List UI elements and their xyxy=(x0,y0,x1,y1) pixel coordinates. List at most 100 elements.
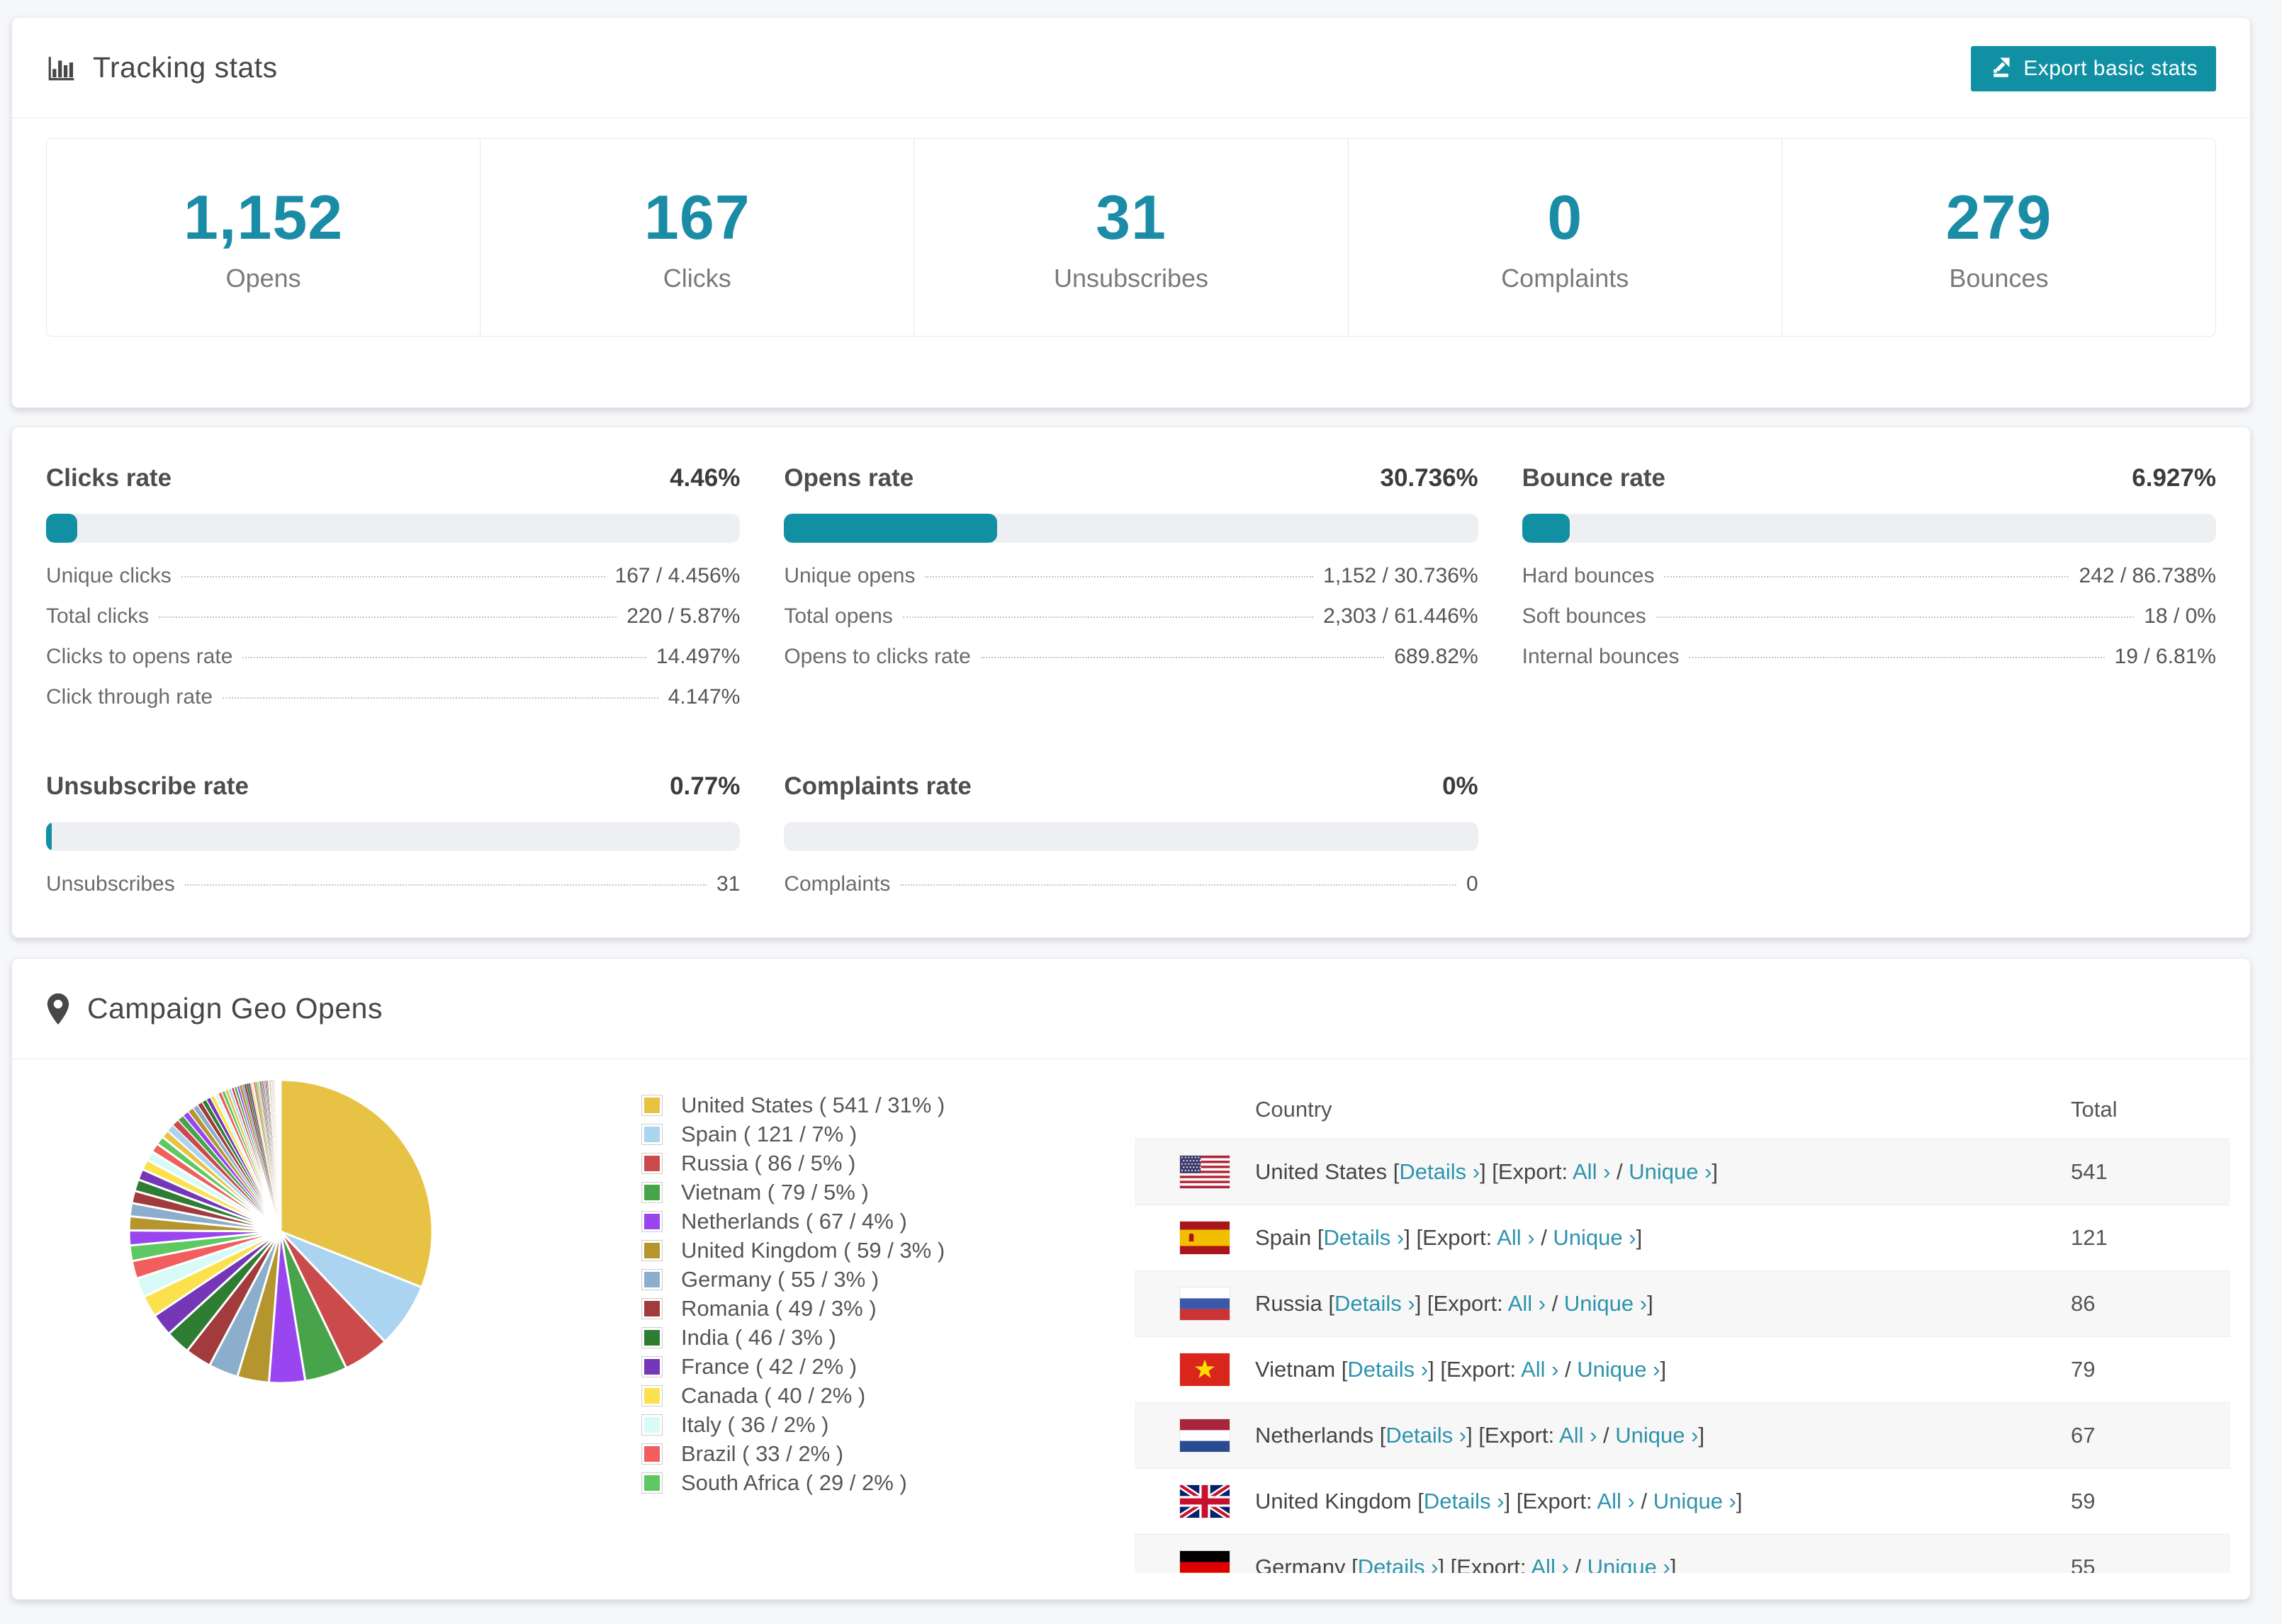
rate-value: 4.46% xyxy=(670,464,741,492)
rate-detail-value: 14.497% xyxy=(656,645,741,668)
export-all-link[interactable]: All › xyxy=(1531,1555,1568,1573)
legend-swatch-icon xyxy=(641,1094,663,1116)
rate-detail-label: Soft bounces xyxy=(1522,604,1646,628)
rate-progress-bar xyxy=(784,822,1478,851)
rate-head: Opens rate 30.736% xyxy=(784,464,1478,492)
rate-detail-label: Hard bounces xyxy=(1522,564,1655,587)
export-all-link[interactable]: All › xyxy=(1508,1291,1546,1316)
flag-us-icon xyxy=(1179,1155,1230,1189)
details-link[interactable]: Details › xyxy=(1324,1225,1405,1250)
legend-swatch-icon xyxy=(641,1326,663,1348)
legend-item-spain: Spain ( 121 / 7% ) xyxy=(641,1120,945,1149)
geo-section-title: Campaign Geo Opens xyxy=(87,992,383,1025)
rate-progress-bar xyxy=(784,514,1478,543)
export-unique-link[interactable]: Unique › xyxy=(1587,1555,1670,1573)
rate-detail-value: 2,303 / 61.446% xyxy=(1323,604,1478,628)
rate-progress-fill xyxy=(46,822,52,851)
legend-item-italy: Italy ( 36 / 2% ) xyxy=(641,1410,945,1439)
rate-block-opens-rate: Opens rate 30.736% Unique opens 1,152 / 30.… xyxy=(784,464,1478,726)
export-all-link[interactable]: All › xyxy=(1497,1225,1534,1250)
campaign-geo-opens-card: Campaign Geo Opens United States ( 541 /… xyxy=(11,958,2251,1600)
tracking-stats-page: { "tracking_card": { "title": "Tracking … xyxy=(0,0,2282,1624)
export-unique-link[interactable]: Unique › xyxy=(1629,1159,1712,1184)
rate-progress-bar xyxy=(46,514,741,543)
rate-detail-label: Clicks to opens rate xyxy=(46,645,233,668)
legend-item-india: India ( 46 / 3% ) xyxy=(641,1323,945,1352)
rate-value: 30.736% xyxy=(1380,464,1478,492)
export-all-link[interactable]: All › xyxy=(1521,1357,1558,1382)
export-unique-link[interactable]: Unique › xyxy=(1564,1291,1647,1316)
legend-item-russia: Russia ( 86 / 5% ) xyxy=(641,1149,945,1178)
dotted-leader xyxy=(1656,616,2135,618)
geo-table-body: United States [Details ›] [Export: All ›… xyxy=(1135,1139,2230,1573)
dotted-leader xyxy=(1689,657,2105,658)
export-button-label: Export basic stats xyxy=(2023,57,2198,80)
details-link[interactable]: Details › xyxy=(1347,1357,1428,1382)
legend-label: Spain ( 121 / 7% ) xyxy=(681,1121,858,1146)
rate-block-bounce-rate: Bounce rate 6.927% Hard bounces 242 / 86.73… xyxy=(1522,464,2216,726)
geo-country-table: Country Total United States [Details ›] … xyxy=(1135,1081,2230,1573)
stat-value: 279 xyxy=(1945,182,2052,252)
export-unique-link[interactable]: Unique › xyxy=(1577,1357,1660,1382)
stat-label: Clicks xyxy=(663,264,731,293)
country-total: 59 xyxy=(2071,1489,2096,1513)
geo-table-row-ru: Russia [Details ›] [Export: All › / Uniq… xyxy=(1135,1270,2230,1336)
stat-value: 167 xyxy=(643,182,751,252)
geo-table-row-vn: Vietnam [Details ›] [Export: All › / Uni… xyxy=(1135,1336,2230,1402)
export-all-link[interactable]: All › xyxy=(1573,1159,1610,1184)
legend-label: United Kingdom ( 59 / 3% ) xyxy=(681,1237,945,1263)
country-name: United States xyxy=(1255,1159,1388,1184)
tracking-stats-card: Tracking stats Export basic stats 1,152 O… xyxy=(11,17,2251,408)
rate-title: Complaints rate xyxy=(784,772,972,800)
rate-detail-value: 0 xyxy=(1466,872,1478,896)
flag-vn-icon xyxy=(1179,1353,1230,1387)
legend-swatch-icon xyxy=(641,1268,663,1290)
geo-table-row-es: Spain [Details ›] [Export: All › / Uniqu… xyxy=(1135,1205,2230,1270)
rate-progress-fill xyxy=(1522,514,1570,543)
tracking-card-header: Tracking stats Export basic stats xyxy=(12,18,2250,118)
rate-detail-label: Total opens xyxy=(784,604,893,628)
stat-tile-opens: 1,152 Opens xyxy=(47,139,481,336)
flag-gb-icon xyxy=(1179,1484,1230,1518)
legend-label: Brazil ( 33 / 2% ) xyxy=(681,1440,844,1466)
page-title: Tracking stats xyxy=(93,51,278,84)
dotted-leader xyxy=(242,657,646,658)
rate-title: Unsubscribe rate xyxy=(46,772,249,800)
rates-grid: Clicks rate 4.46% Unique clicks 167 / 4.456… xyxy=(12,427,2250,913)
legend-swatch-icon xyxy=(641,1152,663,1174)
rate-title: Clicks rate xyxy=(46,464,172,492)
country-name: Germany xyxy=(1255,1555,1346,1573)
dotted-leader xyxy=(980,657,1385,658)
rate-detail-row: Click through rate 4.147% xyxy=(46,685,740,726)
details-link[interactable]: Details › xyxy=(1334,1291,1415,1316)
details-link[interactable]: Details › xyxy=(1358,1555,1439,1573)
export-unique-link[interactable]: Unique › xyxy=(1553,1225,1636,1250)
geo-opens-pie-chart[interactable] xyxy=(118,1068,444,1394)
export-unique-link[interactable]: Unique › xyxy=(1615,1423,1698,1448)
stat-label: Unsubscribes xyxy=(1053,264,1209,293)
rate-detail-row: Soft bounces 18 / 0% xyxy=(1522,604,2216,645)
geo-table-header-row: Country Total xyxy=(1135,1081,2230,1139)
export-all-link[interactable]: All › xyxy=(1559,1423,1597,1448)
details-link[interactable]: Details › xyxy=(1399,1159,1480,1184)
export-basic-stats-button[interactable]: Export basic stats xyxy=(1971,46,2216,91)
dotted-leader xyxy=(184,884,707,886)
geo-body: United States ( 541 / 31% ) Spain ( 121 /… xyxy=(12,1059,2250,1599)
rate-detail-label: Total clicks xyxy=(46,604,150,628)
stat-value: 1,152 xyxy=(183,182,344,252)
tracking-card-title: Tracking stats xyxy=(46,51,278,84)
rate-detail-label: Unsubscribes xyxy=(46,872,175,896)
geo-pie-legend: United States ( 541 / 31% ) Spain ( 121 /… xyxy=(641,1090,945,1497)
rate-detail-row: Unsubscribes 31 xyxy=(46,872,740,913)
dotted-leader xyxy=(925,576,1314,577)
rate-block-clicks-rate: Clicks rate 4.46% Unique clicks 167 / 4.456… xyxy=(46,464,741,726)
stat-label: Complaints xyxy=(1501,264,1629,293)
legend-item-france: France ( 42 / 2% ) xyxy=(641,1352,945,1381)
rate-detail-value: 689.82% xyxy=(1394,645,1478,668)
rate-progress-bar xyxy=(1522,514,2216,543)
export-all-link[interactable]: All › xyxy=(1597,1489,1634,1513)
export-unique-link[interactable]: Unique › xyxy=(1653,1489,1736,1513)
legend-label: India ( 46 / 3% ) xyxy=(681,1324,836,1350)
details-link[interactable]: Details › xyxy=(1386,1423,1466,1448)
details-link[interactable]: Details › xyxy=(1424,1489,1505,1513)
